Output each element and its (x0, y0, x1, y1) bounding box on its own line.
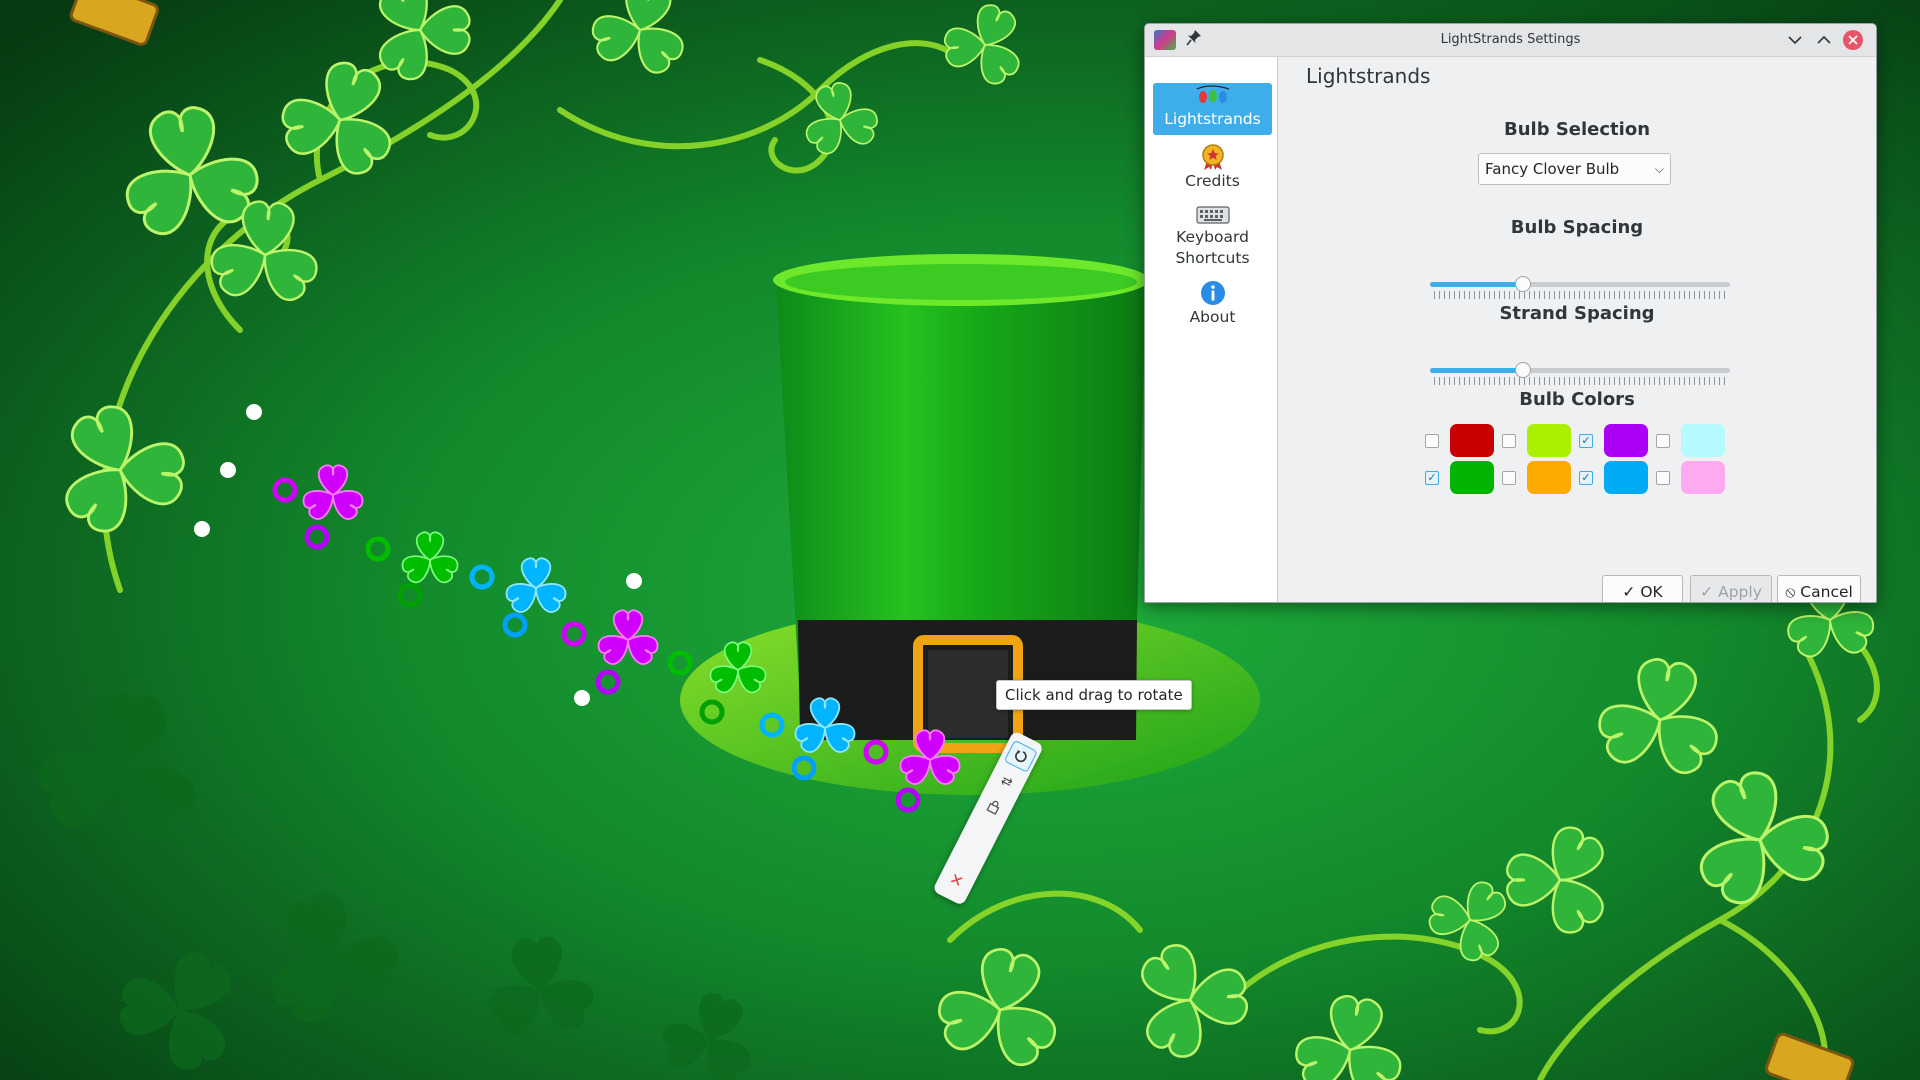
strand-spacing-heading: Strand Spacing (1499, 303, 1655, 324)
bulb-color-swatch[interactable] (1527, 424, 1571, 457)
bulb-color-option[interactable] (1502, 424, 1580, 458)
bulb-color-option[interactable] (1656, 461, 1734, 495)
bulb-color-checkbox[interactable] (1656, 471, 1670, 485)
sidebar-item-about[interactable]: About (1153, 279, 1272, 335)
keyboard-icon (1195, 206, 1230, 224)
sidebar-item-keyboard-shortcuts[interactable]: Keyboard Shortcuts (1153, 203, 1272, 273)
check-icon: ✓ (1700, 583, 1714, 601)
bulb-color-option[interactable]: ✓ (1579, 424, 1657, 458)
sidebar-item-label: Credits (1185, 172, 1240, 190)
cancel-button[interactable]: ⦸ Cancel (1777, 575, 1861, 602)
settings-window: LightStrands Settings Lightstrands Credi… (1144, 23, 1877, 603)
close-button[interactable] (1843, 30, 1863, 50)
bulb-color-checkbox[interactable] (1502, 434, 1516, 448)
minimize-button[interactable] (1785, 30, 1805, 50)
apply-button[interactable]: ✓ Apply (1690, 575, 1772, 602)
bulb-selection-heading: Bulb Selection (1503, 119, 1651, 140)
cancel-label: Cancel (1800, 583, 1853, 601)
page-title: Lightstrands (1306, 64, 1431, 88)
sidebar-item-label: Keyboard Shortcuts (1175, 228, 1250, 267)
lightbulbs-icon (1196, 85, 1229, 103)
bulb-color-swatch[interactable] (1681, 461, 1725, 494)
slider-ticks (1434, 377, 1726, 385)
slider-fill (1430, 282, 1523, 287)
tooltip: Click and drag to rotate (996, 680, 1192, 710)
bulb-colors-heading: Bulb Colors (1519, 389, 1635, 410)
chevron-down-icon (1788, 36, 1802, 45)
pin-icon[interactable] (1186, 29, 1204, 49)
bulb-color-option[interactable] (1425, 424, 1503, 458)
bulb-color-checkbox[interactable]: ✓ (1579, 471, 1593, 485)
sidebar-item-label: About (1189, 308, 1236, 326)
bulb-color-swatch[interactable] (1527, 461, 1571, 494)
bulb-color-swatch[interactable] (1681, 424, 1725, 457)
bulb-color-checkbox[interactable] (1502, 471, 1516, 485)
bulb-selection-dropdown[interactable]: Fancy Clover Bulb ⌵ (1478, 153, 1671, 185)
check-icon: ✓ (1622, 583, 1636, 601)
chevron-up-icon (1817, 35, 1831, 44)
lock-icon[interactable] (978, 791, 1009, 821)
bulb-spacing-slider[interactable] (1430, 274, 1730, 304)
remove-icon[interactable]: ✕ (941, 864, 972, 894)
apply-label: Apply (1718, 583, 1762, 601)
bulb-color-checkbox[interactable]: ✓ (1425, 471, 1439, 485)
bulb-color-option[interactable]: ✓ (1579, 461, 1657, 495)
titlebar[interactable]: LightStrands Settings (1145, 24, 1876, 57)
bulb-color-swatch[interactable] (1450, 461, 1494, 494)
bulb-color-option[interactable]: ✓ (1425, 461, 1503, 495)
lightstrands-app-icon[interactable] (1154, 30, 1176, 50)
bulb-color-swatch[interactable] (1604, 424, 1648, 457)
bulb-selection-value: Fancy Clover Bulb (1485, 160, 1620, 178)
bulb-color-option[interactable] (1656, 424, 1734, 458)
bulb-color-checkbox[interactable] (1656, 434, 1670, 448)
bulb-color-swatch[interactable] (1604, 461, 1648, 494)
slider-handle[interactable] (1515, 276, 1531, 292)
strand-spacing-slider[interactable] (1430, 360, 1730, 390)
ok-button[interactable]: ✓ OK (1602, 575, 1683, 602)
maximize-button[interactable] (1814, 30, 1834, 50)
bulb-spacing-heading: Bulb Spacing (1510, 217, 1644, 238)
slider-fill (1430, 368, 1523, 373)
window-title: LightStrands Settings (1440, 32, 1581, 47)
sidebar-item-credits[interactable]: Credits (1153, 143, 1272, 195)
bulb-color-checkbox[interactable] (1425, 434, 1439, 448)
category-sidebar: Lightstrands Credits Keyboard Shortcuts … (1145, 57, 1278, 602)
bulb-color-option[interactable] (1502, 461, 1580, 495)
chevron-down-icon: ⌵ (1654, 162, 1664, 176)
ok-label: OK (1640, 583, 1663, 601)
rotate-icon[interactable] (1003, 739, 1038, 773)
slider-ticks (1434, 291, 1726, 299)
configure-icon[interactable]: ⇄ (991, 766, 1022, 796)
cancel-icon: ⦸ (1785, 582, 1796, 601)
slider-handle[interactable] (1515, 362, 1531, 378)
sidebar-item-lightstrands[interactable]: Lightstrands (1153, 83, 1272, 135)
sidebar-item-label: Lightstrands (1164, 110, 1261, 128)
award-medal-icon (1201, 144, 1224, 170)
info-icon (1200, 281, 1225, 305)
bulb-color-checkbox[interactable]: ✓ (1579, 434, 1593, 448)
bulb-color-swatch[interactable] (1450, 424, 1494, 457)
close-icon (1848, 35, 1858, 45)
